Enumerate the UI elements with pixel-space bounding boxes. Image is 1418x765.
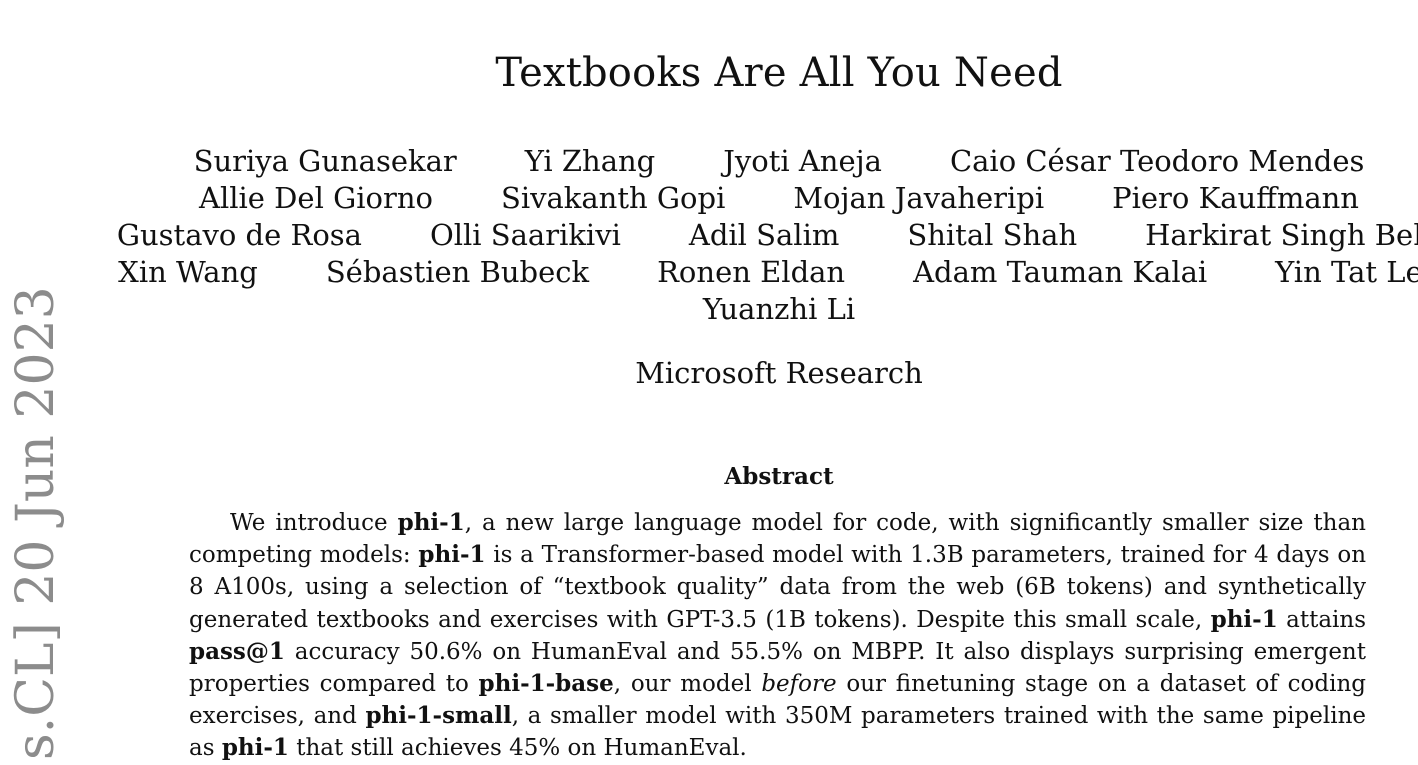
author-name: Sébastien Bubeck [325,255,590,289]
abstract-text-segment: We introduce [230,510,398,536]
affiliation: Microsoft Research [635,356,923,390]
author-name: Jyoti Aneja [723,144,882,178]
author-name: Olli Saarikivi [429,218,621,252]
author-name: Shital Shah [907,218,1078,252]
abstract-text-segment: phi-1-small [365,702,512,730]
author-name: Yi Zhang [524,144,656,178]
author-name: Mojan Javaheripi [793,181,1045,215]
abstract-text-segment: before [761,671,837,698]
author-name: Adam Tauman Kalai [913,255,1208,289]
author-name: Piero Kauffmann [1112,181,1359,215]
abstract-text-segment: phi-1 [1210,605,1278,633]
abstract-body: We introduce phi-1, a new large language… [189,507,1366,765]
author-name: Xin Wang [118,255,258,289]
author-row: Gustavo de Rosa Olli Saarikivi Adil Salim S… [0,217,1418,254]
author-list: Suriya Gunasekar Yi Zhang Jyoti Aneja Caio … [0,143,1418,328]
abstract-text-segment: phi-1 [418,541,486,569]
abstract-text-segment: phi-1-base [478,670,614,698]
author-name: Yuanzhi Li [702,292,856,326]
abstract-heading: Abstract [724,463,834,490]
author-row: Xin Wang Sébastien Bubeck Ronen Eldan Adam … [0,254,1418,291]
author-name: Allie Del Giorno [199,181,433,215]
author-row: Yuanzhi Li [0,291,1418,328]
author-name: Ronen Eldan [657,255,846,289]
abstract-text-segment: pass@1 [189,637,285,665]
author-name: Sivakanth Gopi [500,181,726,215]
abstract-text-segment: phi-1 [397,509,465,536]
abstract-text-segment: attains [1277,606,1367,633]
author-row: Allie Del Giorno Sivakanth Gopi Mojan Java… [0,180,1418,217]
abstract-text-segment: phi-1 [221,734,289,762]
abstract-text-segment: , our model [613,671,762,698]
author-name: Gustavo de Rosa [116,218,362,252]
author-name: Caio César Teodoro Mendes [949,144,1365,178]
author-name: Harkirat Singh Behl [1145,218,1418,252]
author-name: Yin Tat Lee [1275,255,1418,289]
author-name: Suriya Gunasekar [193,144,457,178]
author-name: Adil Salim [688,218,840,252]
arxiv-side-stamp: s.CL] 20 Jun 2023 [6,286,66,760]
paper-title: Textbooks Are All You Need [495,50,1063,96]
author-row: Suriya Gunasekar Yi Zhang Jyoti Aneja Caio … [0,143,1418,180]
